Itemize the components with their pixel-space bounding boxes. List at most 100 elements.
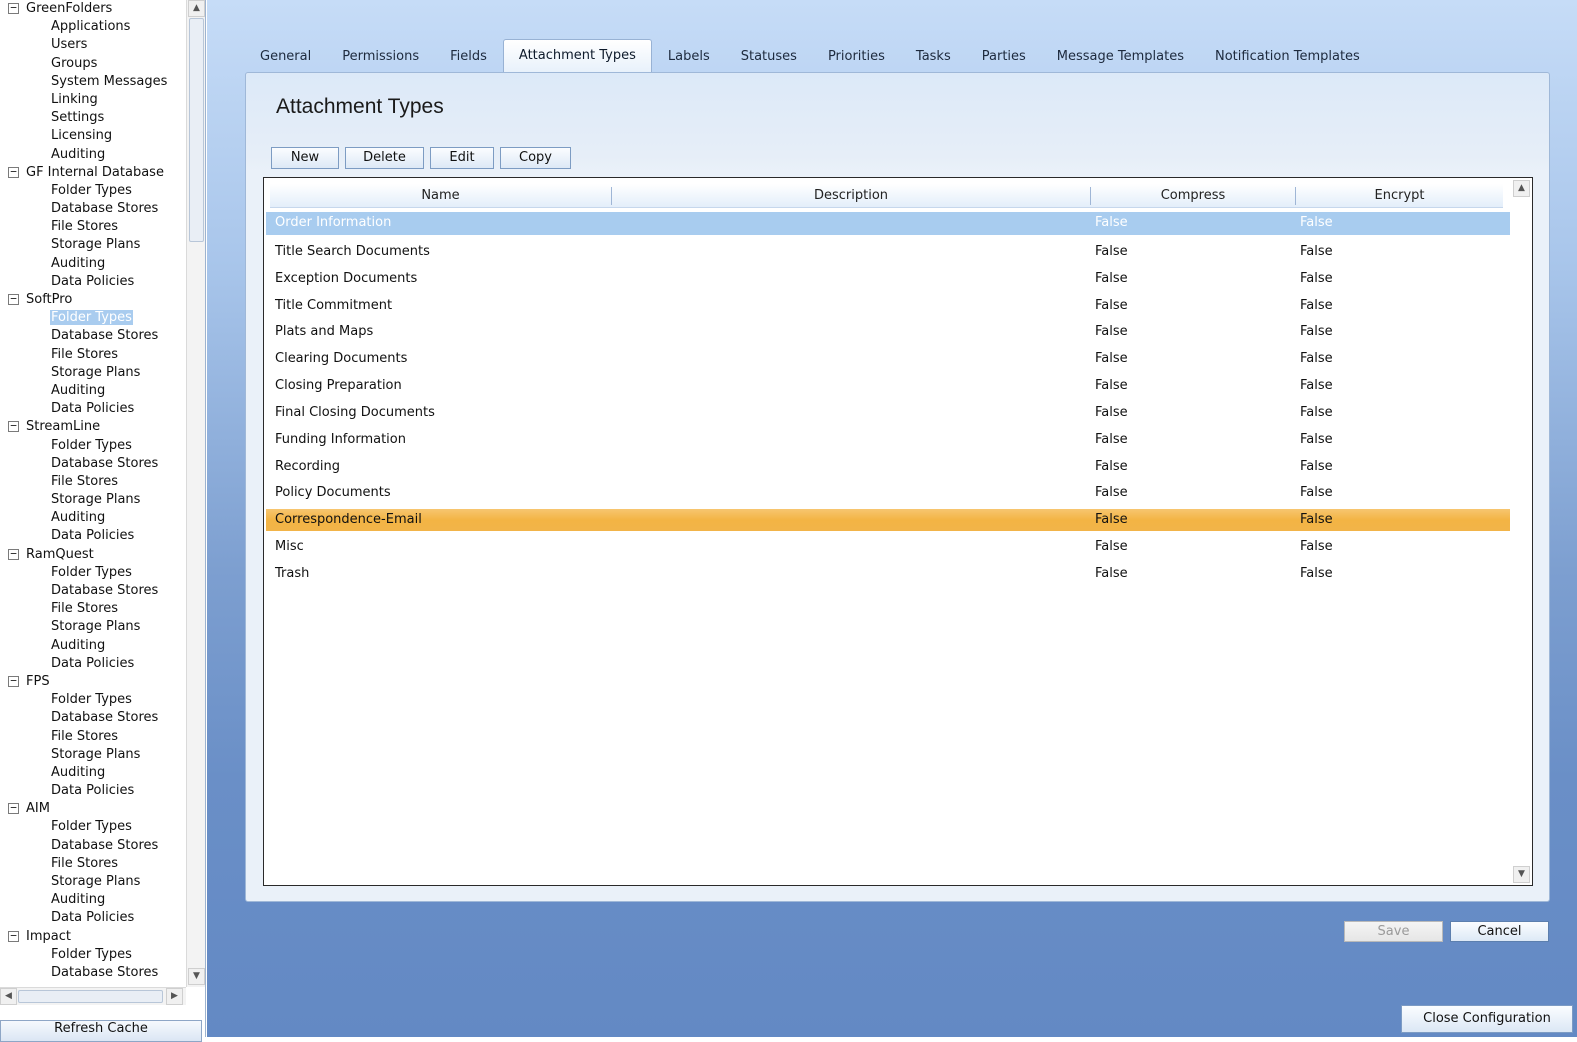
tree-child-item[interactable]: Database Stores — [0, 582, 186, 600]
table-row[interactable]: Order Information False False — [266, 212, 1510, 235]
tree-root-item[interactable]: − GreenFolders — [0, 0, 186, 18]
tree-root-item[interactable]: − FPS — [0, 673, 186, 691]
scroll-left-arrow-icon[interactable]: ◀ — [0, 988, 17, 1005]
cancel-button[interactable]: Cancel — [1450, 921, 1549, 942]
tab-parties[interactable]: Parties — [967, 41, 1041, 72]
tree-root-item[interactable]: − SoftPro — [0, 291, 186, 309]
tree-child-item[interactable]: Groups — [0, 55, 186, 73]
tree-child-item[interactable]: Storage Plans — [0, 618, 186, 636]
table-row[interactable]: Misc False False — [266, 534, 1510, 561]
tree-child-item[interactable]: Database Stores — [0, 200, 186, 218]
tree-child-item[interactable]: Folder Types — [0, 309, 186, 327]
tree-child-item[interactable]: System Messages — [0, 73, 186, 91]
collapse-toggle-icon[interactable]: − — [8, 675, 19, 687]
scroll-down-arrow-icon[interactable]: ▼ — [188, 968, 205, 985]
tree-root-item[interactable]: − Impact — [0, 928, 186, 946]
tree-vertical-scrollbar[interactable]: ▲ ▼ — [186, 0, 205, 987]
tree-child-item[interactable]: Folder Types — [0, 437, 186, 455]
table-row[interactable]: Recording False False — [266, 454, 1510, 481]
close-configuration-button[interactable]: Close Configuration — [1401, 1005, 1573, 1033]
delete-button[interactable]: Delete — [345, 147, 424, 169]
collapse-toggle-icon[interactable]: − — [8, 802, 19, 815]
table-row[interactable]: Title Search Documents False False — [266, 239, 1510, 266]
save-button[interactable]: Save — [1344, 921, 1443, 942]
tree-child-item[interactable]: Storage Plans — [0, 746, 186, 764]
tree-child-item[interactable]: Auditing — [0, 637, 186, 655]
tree-child-item[interactable]: File Stores — [0, 473, 186, 491]
tree-vertical-scroll-thumb[interactable] — [189, 18, 204, 242]
tree-child-item[interactable]: Auditing — [0, 764, 186, 782]
tree-child-item[interactable]: Auditing — [0, 146, 186, 164]
column-header-compress[interactable]: Compress — [1091, 184, 1295, 208]
collapse-toggle-icon[interactable]: − — [8, 548, 19, 560]
tab-fields[interactable]: Fields — [435, 41, 502, 72]
collapse-toggle-icon[interactable]: − — [8, 420, 19, 433]
tree-child-item[interactable]: Folder Types — [0, 564, 186, 582]
tree-child-item[interactable]: Folder Types — [0, 818, 186, 836]
tree-child-item[interactable]: File Stores — [0, 728, 186, 746]
scroll-down-arrow-icon[interactable]: ▼ — [1513, 866, 1530, 883]
tree-child-item[interactable]: Auditing — [0, 509, 186, 527]
collapse-toggle-icon[interactable]: − — [8, 166, 19, 178]
tree-child-item[interactable]: Storage Plans — [0, 873, 186, 891]
table-row[interactable]: Final Closing Documents False False — [266, 400, 1510, 427]
tree-child-item[interactable]: Database Stores — [0, 837, 186, 855]
tree-child-item[interactable]: Data Policies — [0, 655, 186, 673]
tree-child-item[interactable]: Database Stores — [0, 964, 186, 982]
tab-statuses[interactable]: Statuses — [726, 41, 812, 72]
tree-child-item[interactable]: Settings — [0, 109, 186, 127]
tree-child-item[interactable]: Linking — [0, 91, 186, 109]
tree-child-item[interactable]: File Stores — [0, 346, 186, 364]
scroll-right-arrow-icon[interactable]: ▶ — [166, 988, 183, 1005]
collapse-toggle-icon[interactable]: − — [8, 930, 19, 942]
column-header-description[interactable]: Description — [612, 184, 1090, 208]
tree-horizontal-scrollbar[interactable]: ◀ ▶ — [0, 987, 186, 1005]
tree-child-item[interactable]: Data Policies — [0, 782, 186, 800]
column-header-encrypt[interactable]: Encrypt — [1296, 184, 1503, 208]
tab-message-templates[interactable]: Message Templates — [1042, 41, 1199, 72]
scroll-up-arrow-icon[interactable]: ▲ — [1513, 180, 1530, 197]
refresh-cache-button[interactable]: Refresh Cache — [0, 1020, 202, 1042]
tab-priorities[interactable]: Priorities — [813, 41, 900, 72]
copy-button[interactable]: Copy — [500, 147, 571, 169]
table-row[interactable]: Exception Documents False False — [266, 266, 1510, 293]
tree-child-item[interactable]: Storage Plans — [0, 236, 186, 254]
tree-root-item[interactable]: − GF Internal Database — [0, 164, 186, 182]
tree-child-item[interactable]: File Stores — [0, 218, 186, 236]
tree-child-item[interactable]: Data Policies — [0, 400, 186, 418]
tree-child-item[interactable]: Data Policies — [0, 527, 186, 545]
tab-tasks[interactable]: Tasks — [901, 41, 966, 72]
table-row[interactable]: Closing Preparation False False — [266, 373, 1510, 400]
tree-child-item[interactable]: Folder Types — [0, 182, 186, 200]
collapse-toggle-icon[interactable]: − — [8, 2, 19, 14]
edit-button[interactable]: Edit — [430, 147, 494, 169]
tree-child-item[interactable]: Database Stores — [0, 709, 186, 727]
tree-child-item[interactable]: Licensing — [0, 127, 186, 145]
tree-child-item[interactable]: File Stores — [0, 600, 186, 618]
tree-child-item[interactable]: Data Policies — [0, 273, 186, 291]
tree-root-item[interactable]: − AIM — [0, 800, 186, 818]
table-row[interactable]: Correspondence-Email False False — [266, 509, 1510, 532]
tree-child-item[interactable]: Applications — [0, 18, 186, 36]
tree-child-item[interactable]: Users — [0, 36, 186, 54]
column-header-name[interactable]: Name — [270, 184, 611, 208]
tree-child-item[interactable]: Folder Types — [0, 691, 186, 709]
tree-root-item[interactable]: − StreamLine — [0, 418, 186, 436]
scroll-up-arrow-icon[interactable]: ▲ — [188, 0, 205, 17]
table-row[interactable]: Policy Documents False False — [266, 480, 1510, 507]
tab-attachment-types[interactable]: Attachment Types — [502, 39, 652, 72]
tree-child-item[interactable]: Data Policies — [0, 909, 186, 927]
tab-notification-templates[interactable]: Notification Templates — [1200, 41, 1375, 72]
table-row[interactable]: Plats and Maps False False — [266, 319, 1510, 346]
collapse-toggle-icon[interactable]: − — [8, 293, 19, 305]
table-row[interactable]: Clearing Documents False False — [266, 346, 1510, 373]
tree-child-item[interactable]: Folder Types — [0, 946, 186, 964]
tree-child-item[interactable]: Database Stores — [0, 455, 186, 473]
tab-labels[interactable]: Labels — [653, 41, 725, 72]
tree-child-item[interactable]: Database Stores — [0, 327, 186, 345]
tree-child-item[interactable]: Auditing — [0, 255, 186, 273]
grid-vertical-scrollbar[interactable]: ▲ ▼ — [1513, 180, 1530, 883]
tree-child-item[interactable]: Auditing — [0, 891, 186, 909]
table-row[interactable]: Title Commitment False False — [266, 293, 1510, 320]
tab-permissions[interactable]: Permissions — [327, 41, 434, 72]
